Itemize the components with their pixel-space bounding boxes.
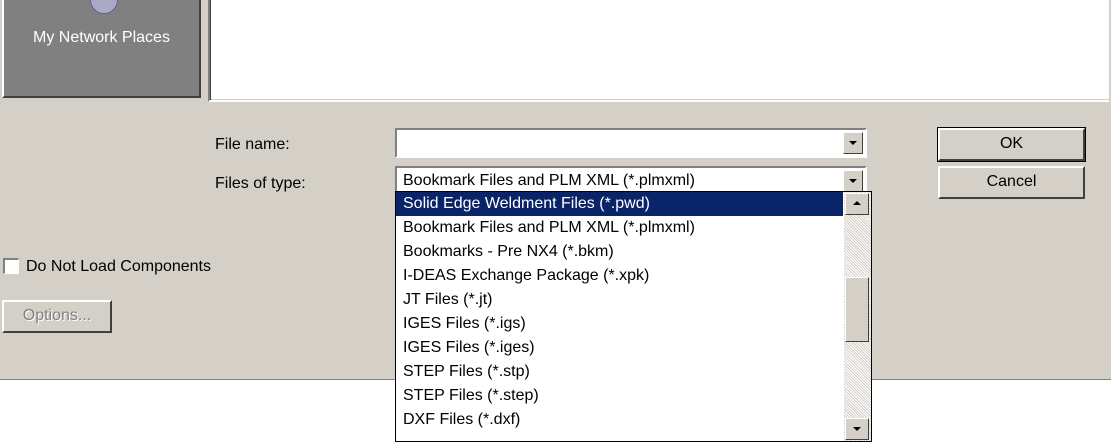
options-button: Options...	[2, 300, 112, 333]
network-globe-icon	[90, 0, 118, 14]
dropdown-items: Solid Edge Weldment Files (*.pwd) Bookmar…	[396, 192, 843, 432]
file-list-area[interactable]	[208, 0, 1109, 102]
cancel-button[interactable]: Cancel	[938, 166, 1085, 199]
dropdown-item[interactable]: Bookmarks - Pre NX4 (*.bkm)	[396, 240, 843, 264]
do-not-load-checkbox[interactable]	[3, 258, 19, 274]
dropdown-item[interactable]: Bookmark Files and PLM XML (*.plmxml)	[396, 216, 843, 240]
scrollbar-thumb[interactable]	[845, 277, 869, 342]
chevron-down-icon[interactable]	[843, 170, 863, 192]
dropdown-item[interactable]: JT Files (*.jt)	[396, 288, 843, 312]
my-network-places-button[interactable]: My Network Places	[2, 0, 201, 98]
chevron-down-icon[interactable]	[843, 132, 863, 154]
file-type-value: Bookmark Files and PLM XML (*.plmxml)	[403, 172, 695, 189]
dropdown-item[interactable]: Solid Edge Weldment Files (*.pwd)	[396, 192, 843, 216]
network-places-label: My Network Places	[33, 29, 170, 46]
dropdown-item[interactable]: STEP Files (*.step)	[396, 384, 843, 408]
file-type-dropdown-list[interactable]: Solid Edge Weldment Files (*.pwd) Bookmar…	[395, 191, 872, 442]
dropdown-item[interactable]: IGES Files (*.iges)	[396, 336, 843, 360]
dropdown-item[interactable]: STEP Files (*.stp)	[396, 360, 843, 384]
dropdown-scrollbar[interactable]	[844, 192, 871, 441]
file-name-label: File name:	[215, 136, 290, 153]
dropdown-item[interactable]: I-DEAS Exchange Package (*.xpk)	[396, 264, 843, 288]
dropdown-item[interactable]: DXF Files (*.dxf)	[396, 408, 843, 432]
do-not-load-label: Do Not Load Components	[26, 258, 211, 275]
scroll-up-icon[interactable]	[845, 193, 869, 215]
scroll-down-icon[interactable]	[845, 418, 869, 440]
dropdown-item[interactable]: IGES Files (*.igs)	[396, 312, 843, 336]
ok-button[interactable]: OK	[937, 127, 1086, 162]
file-type-label: Files of type:	[215, 175, 306, 192]
file-name-combo[interactable]	[395, 128, 867, 158]
